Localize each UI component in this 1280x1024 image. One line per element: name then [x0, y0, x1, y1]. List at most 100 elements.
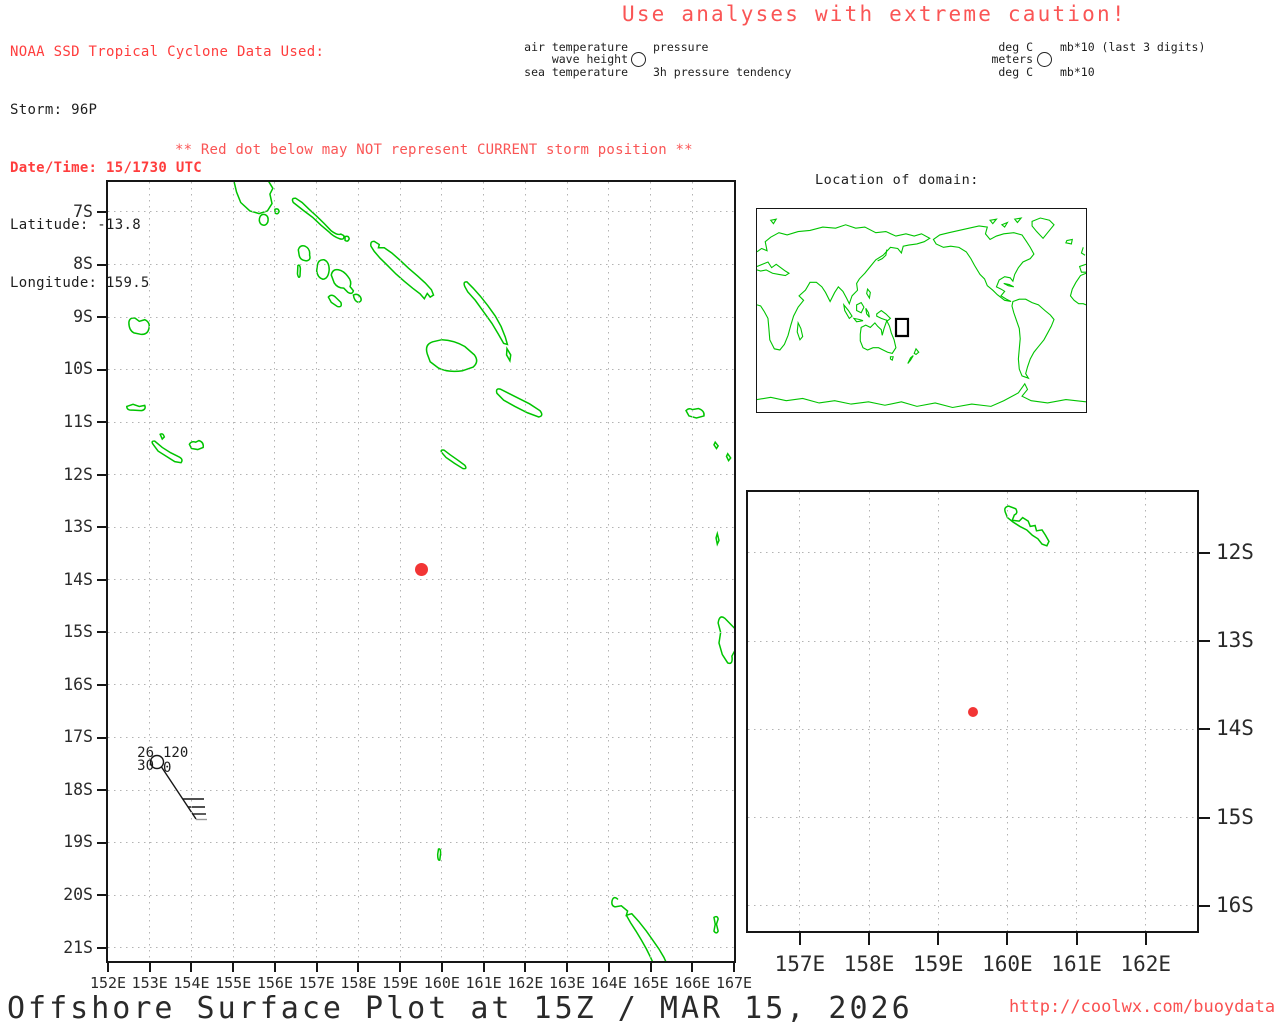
grid-line-lon	[691, 182, 693, 961]
grid-line-lon	[799, 492, 801, 931]
coastline-new-zealand	[908, 349, 919, 364]
coastline-rennell	[441, 450, 466, 469]
coastline-choiseul	[292, 198, 343, 239]
lon-tick-label: 161E	[1051, 952, 1102, 976]
grid-line-lat	[108, 526, 734, 528]
grid-line-lat	[108, 264, 734, 265]
world-coastlines	[757, 209, 1086, 412]
grid-line-lon	[274, 182, 276, 961]
grid-line-lat	[108, 842, 734, 844]
grid-line-lat	[108, 369, 734, 371]
lat-tick-label: 12S	[1216, 539, 1254, 564]
lon-tick	[1006, 933, 1009, 945]
lat-tick	[97, 578, 106, 581]
sample-station-model: 26 120 30 0	[128, 743, 220, 831]
coastline-makira	[497, 389, 542, 417]
lat-tick	[97, 789, 106, 792]
lat-tick	[1199, 551, 1210, 554]
lat-tick	[97, 210, 106, 213]
coastline-guadalcanal	[427, 340, 477, 372]
world-inset-map	[756, 208, 1087, 413]
grid-line-lon	[1076, 492, 1078, 931]
grid-line-lon	[190, 182, 192, 961]
grid-line-lat	[108, 474, 734, 476]
grid-line-lat	[748, 552, 1197, 554]
lat-tick	[97, 736, 106, 739]
lat-tick-label: 15S	[63, 622, 93, 642]
grid-line-lon	[357, 182, 359, 961]
lon-tick	[357, 963, 360, 972]
grid-line-lon	[937, 492, 939, 931]
main-map: 26 120 30 0 152E 153E 154E 155E 156E 157E 158E…	[63, 180, 752, 992]
lat-tick-label: 20S	[63, 884, 93, 904]
coastline-west-africa-wrap	[1070, 273, 1086, 305]
datetime-line: Date/Time: 15/1730 UTC	[10, 159, 203, 176]
lon-tick	[566, 963, 569, 972]
storm-position-dot	[414, 562, 428, 576]
grid-line-lat	[748, 905, 1197, 907]
lat-tick-label: 12S	[63, 464, 93, 484]
lon-tick-label: 157E	[774, 952, 826, 976]
lat-tick-label: 21S	[63, 937, 93, 957]
lat-tick	[1199, 816, 1210, 819]
lat-tick-label: 16S	[63, 674, 93, 694]
grid-line-lat	[108, 211, 734, 213]
grid-line-lat	[108, 316, 734, 318]
grid-line-lon	[650, 182, 652, 961]
lat-tick	[97, 316, 106, 319]
lat-tick	[97, 473, 106, 476]
coastline-greenland	[1032, 218, 1054, 238]
offshore-surface-plot-page: NOAA SSD Tropical Cyclone Data Used: Sto…	[0, 0, 1280, 1024]
grid-line-lat	[108, 894, 734, 896]
lat-tick	[97, 368, 106, 371]
storm-id-line: Storm: 96P	[10, 102, 98, 119]
sample-wind-barb-icon	[149, 754, 207, 821]
zoom-map-canvas	[748, 492, 1197, 931]
caution-banner: Use analyses with extreme caution!	[622, 2, 1127, 26]
grid-line-lon	[566, 182, 568, 961]
lat-tick	[1199, 904, 1210, 907]
lon-tick	[798, 933, 801, 945]
lon-tick	[691, 963, 694, 972]
lon-tick	[440, 963, 443, 972]
lon-tick-label: 167E	[715, 974, 753, 992]
lat-tick-label: 14S	[63, 569, 93, 589]
lon-tick	[190, 963, 193, 972]
plot-title: Offshore Surface Plot at 15Z / MAR 15, 2…	[7, 991, 913, 1024]
lat-tick-label: 18S	[63, 779, 93, 799]
inset-map-title: Location of domain:	[815, 172, 979, 188]
lat-tick	[1199, 728, 1210, 731]
lon-tick	[482, 963, 485, 972]
lat-tick-label: 14S	[1216, 716, 1254, 741]
grid-line-lat	[108, 947, 734, 949]
lat-tick-label: 11S	[63, 411, 93, 431]
grid-line-lon	[1145, 492, 1147, 931]
legend-pressure-units: mb*10 (last 3 digits)	[1060, 40, 1206, 54]
lat-tick	[97, 683, 106, 686]
lon-tick	[399, 963, 402, 972]
coastline-mediterranean	[757, 262, 789, 276]
lat-tick-label: 13S	[1216, 628, 1254, 653]
lon-tick	[937, 933, 940, 945]
main-map-canvas: 26 120 30 0	[108, 182, 734, 961]
lat-tick-label: 8S	[73, 254, 93, 274]
lon-tick	[273, 963, 276, 972]
lon-tick	[1075, 933, 1078, 945]
lat-tick-label: 9S	[73, 306, 93, 326]
lon-tick	[733, 963, 735, 972]
lat-tick-label: 7S	[73, 201, 93, 221]
coastline-bougainville	[234, 182, 273, 214]
grid-line-lat	[108, 789, 734, 791]
lat-tick	[97, 631, 106, 634]
grid-line-lon	[1006, 492, 1008, 931]
grid-line-lat	[108, 579, 734, 581]
grid-line-lat	[748, 817, 1197, 819]
coastline-south-america	[1012, 299, 1054, 378]
lon-tick	[315, 963, 318, 972]
coastline-santa-isabel	[371, 241, 434, 298]
lat-tick-label: 13S	[63, 517, 93, 537]
lon-tick-label: 160E	[982, 952, 1033, 976]
lon-tick	[107, 963, 109, 972]
coastline-espiritu-santo	[718, 617, 734, 663]
grid-line-lat	[748, 728, 1197, 730]
